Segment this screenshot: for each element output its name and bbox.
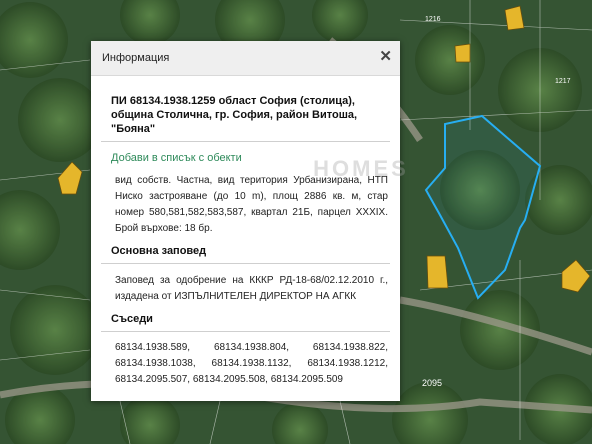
popup-header: Информация ✕ [91,41,400,76]
neighbors-section-title: Съседи [101,305,390,332]
parcel-details: вид собств. Частна, вид територия Урбани… [115,175,388,234]
info-popup: Информация ✕ ПИ 68134.1938.1259 област С… [91,41,406,401]
order-section-title: Основна заповед [101,237,390,264]
close-icon[interactable]: ✕ [379,48,392,66]
parcel-label-1217: 1217 [555,78,571,85]
popup-title: Информация [102,52,170,64]
add-to-list-link[interactable]: Добави в списък с обекти [111,152,390,164]
parcel-label-1216: 1216 [425,16,441,23]
parcel-label-2095: 2095 [422,378,442,388]
parcel-heading: ПИ 68134.1938.1259 област София (столица… [101,94,390,142]
neighbors-list: 68134.1938.589, 68134.1938.804, 68134.19… [115,342,388,385]
order-text: Заповед за одобрение на КККР РД-18-68/02… [115,275,388,302]
